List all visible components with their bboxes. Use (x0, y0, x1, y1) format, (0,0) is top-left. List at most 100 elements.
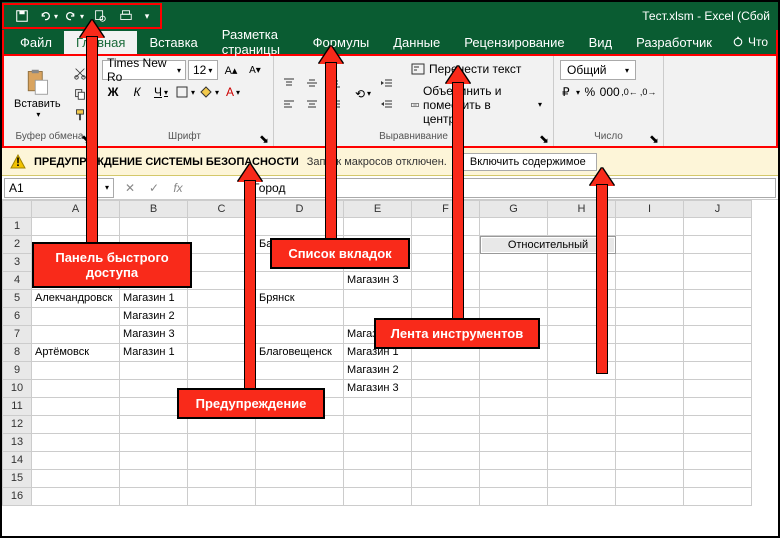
row-header[interactable]: 3 (2, 254, 32, 272)
cell[interactable] (480, 290, 548, 308)
cell[interactable] (188, 470, 256, 488)
font-name-combo[interactable]: Times New Ro▾ (102, 60, 186, 80)
bold-icon[interactable]: Ж (102, 82, 124, 102)
border-icon[interactable]: ▾ (174, 82, 196, 102)
italic-icon[interactable]: К (126, 82, 148, 102)
tab-file[interactable]: Файл (8, 31, 64, 54)
cell[interactable] (256, 452, 344, 470)
cell[interactable]: Магазин 3 (120, 326, 188, 344)
paste-button[interactable]: Вставить ▾ (8, 64, 67, 123)
cell[interactable] (256, 326, 344, 344)
align-top-icon[interactable] (278, 73, 300, 93)
cell[interactable] (344, 416, 412, 434)
cell[interactable] (480, 470, 548, 488)
cell[interactable] (616, 452, 684, 470)
col-header[interactable]: E (344, 200, 412, 218)
cell[interactable] (480, 254, 548, 272)
underline-icon[interactable]: Ч▾ (150, 82, 172, 102)
cell[interactable]: Магазин 2 (344, 362, 412, 380)
cell[interactable] (616, 326, 684, 344)
cell[interactable] (412, 218, 480, 236)
cell[interactable] (32, 326, 120, 344)
merge-center-button[interactable]: Объединить и поместить в центре▾ (404, 81, 549, 129)
cell[interactable] (32, 470, 120, 488)
increase-font-icon[interactable]: A▴ (220, 60, 242, 80)
cell[interactable] (480, 380, 548, 398)
cell[interactable] (684, 434, 752, 452)
cell[interactable] (188, 434, 256, 452)
quick-print-icon[interactable] (114, 5, 138, 27)
cell[interactable] (256, 308, 344, 326)
enter-formula-icon[interactable]: ✓ (144, 179, 164, 197)
save-icon[interactable] (10, 5, 34, 27)
cell[interactable] (256, 362, 344, 380)
cell[interactable] (616, 398, 684, 416)
cell[interactable] (120, 434, 188, 452)
cell[interactable] (412, 416, 480, 434)
orientation-icon[interactable]: ⟲▾ (352, 84, 374, 104)
row-header[interactable]: 10 (2, 380, 32, 398)
cell[interactable] (684, 452, 752, 470)
align-center-icon[interactable] (301, 94, 323, 114)
cell[interactable] (684, 308, 752, 326)
cell[interactable] (32, 362, 120, 380)
cell[interactable] (412, 362, 480, 380)
tab-data[interactable]: Данные (381, 31, 452, 54)
cell[interactable] (344, 398, 412, 416)
cell[interactable] (120, 452, 188, 470)
tab-review[interactable]: Рецензирование (452, 31, 576, 54)
cell[interactable] (616, 254, 684, 272)
cell[interactable] (480, 218, 548, 236)
cell[interactable] (344, 218, 412, 236)
row-header[interactable]: 7 (2, 326, 32, 344)
cell[interactable] (480, 488, 548, 506)
tab-view[interactable]: Вид (577, 31, 625, 54)
cell[interactable] (548, 434, 616, 452)
cell[interactable] (684, 416, 752, 434)
cell[interactable] (412, 272, 480, 290)
row-header[interactable]: 15 (2, 470, 32, 488)
cell[interactable] (188, 488, 256, 506)
row-header[interactable]: 9 (2, 362, 32, 380)
cell[interactable] (256, 470, 344, 488)
cell[interactable] (344, 488, 412, 506)
cell[interactable] (548, 452, 616, 470)
cell[interactable] (120, 362, 188, 380)
decrease-indent-icon[interactable] (376, 73, 398, 93)
cell[interactable] (684, 470, 752, 488)
cell[interactable]: Алекчандровск (32, 290, 120, 308)
cell[interactable] (32, 488, 120, 506)
cell[interactable] (480, 416, 548, 434)
cell[interactable] (256, 488, 344, 506)
cell[interactable] (256, 434, 344, 452)
tab-insert[interactable]: Вставка (137, 31, 209, 54)
cell[interactable] (120, 470, 188, 488)
cell[interactable] (412, 290, 480, 308)
row-header[interactable]: 13 (2, 434, 32, 452)
cell[interactable] (344, 452, 412, 470)
cell[interactable] (616, 236, 684, 254)
row-header[interactable]: 8 (2, 344, 32, 362)
cell[interactable] (684, 380, 752, 398)
number-expand-icon[interactable]: ⬊ (649, 132, 661, 144)
cell[interactable] (684, 218, 752, 236)
cancel-formula-icon[interactable]: ✕ (120, 179, 140, 197)
col-header[interactable]: A (32, 200, 120, 218)
row-header[interactable]: 2 (2, 236, 32, 254)
cell[interactable] (344, 434, 412, 452)
accounting-format-icon[interactable]: ₽▾ (560, 82, 580, 102)
cell[interactable] (412, 236, 480, 254)
fill-color-icon[interactable]: ▾ (198, 82, 220, 102)
cell[interactable]: Магазин 2 (120, 308, 188, 326)
percent-icon[interactable]: % (581, 82, 599, 102)
font-color-icon[interactable]: A▾ (222, 82, 244, 102)
cell[interactable] (548, 488, 616, 506)
col-header[interactable]: G (480, 200, 548, 218)
font-size-combo[interactable]: 12▾ (188, 60, 218, 80)
cell[interactable] (616, 308, 684, 326)
cell[interactable] (412, 398, 480, 416)
cell[interactable] (548, 416, 616, 434)
row-header[interactable]: 5 (2, 290, 32, 308)
decrease-decimal-icon[interactable]: ,0→ (639, 82, 657, 102)
row-header[interactable]: 12 (2, 416, 32, 434)
